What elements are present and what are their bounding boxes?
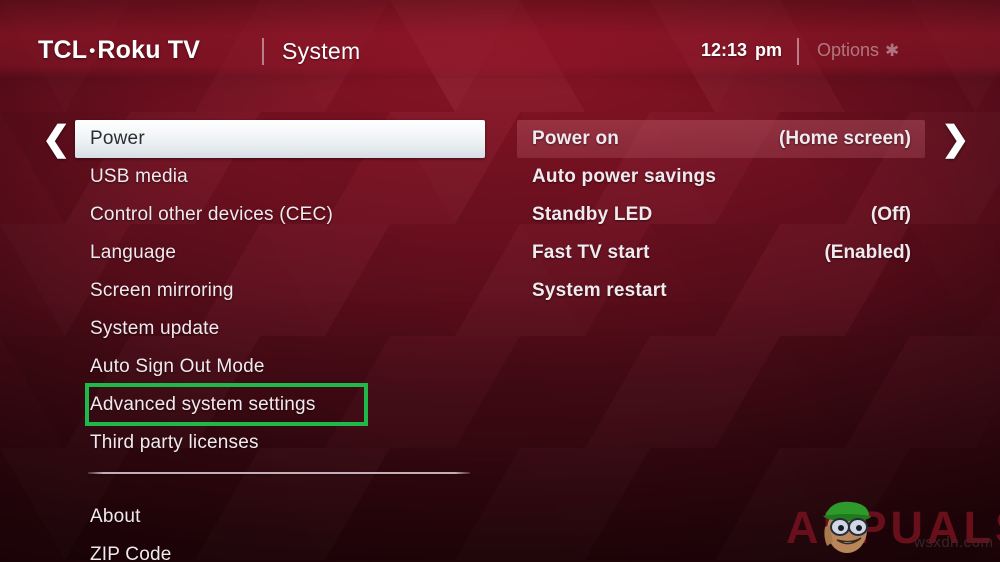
menu-item-label: Advanced system settings <box>90 394 316 415</box>
options-button[interactable]: Options ✱ <box>817 40 899 61</box>
menu-item-label: Screen mirroring <box>90 280 234 301</box>
brand-roku-text: Roku TV <box>97 36 201 64</box>
left-panel: ❮ Power USB media Control other devices … <box>0 100 500 562</box>
brand-separator-dot: • <box>89 41 96 60</box>
roku-tv-settings-screen: TCL •Roku TV System 12:13 pm Options ✱ ❮ Po… <box>0 0 1000 562</box>
power-option-value: (Off) <box>870 204 911 225</box>
menu-item-label: USB media <box>90 166 188 187</box>
menu-item-usb-media[interactable]: USB media <box>75 158 485 196</box>
power-option-system-restart[interactable]: System restart <box>517 272 925 310</box>
clock-time: 12:13 <box>700 40 747 60</box>
menu-item-zip-code[interactable]: ZIP Code <box>75 536 485 562</box>
list-divider <box>88 472 470 474</box>
menu-item-language[interactable]: Language <box>75 234 485 272</box>
header-bar: TCL •Roku TV System 12:13 pm Options ✱ <box>0 0 1000 78</box>
options-label: Options <box>817 40 880 60</box>
page-title: System <box>282 38 361 64</box>
brand-logo: TCL •Roku TV <box>38 36 200 65</box>
power-option-power-on[interactable]: Power on (Home screen) <box>517 120 925 158</box>
power-option-standby-led[interactable]: Standby LED (Off) <box>517 196 925 234</box>
menu-item-label: ZIP Code <box>90 544 172 562</box>
menu-item-auto-sign-out-mode[interactable]: Auto Sign Out Mode <box>75 348 485 386</box>
menu-item-system-update[interactable]: System update <box>75 310 485 348</box>
menu-item-label: Power <box>90 128 145 149</box>
power-option-value: (Enabled) <box>824 242 911 263</box>
menu-item-about[interactable]: About <box>75 498 485 536</box>
chevron-right-icon[interactable]: ❯ <box>941 122 970 156</box>
clock-ampm: pm <box>755 40 782 60</box>
menu-item-label: Third party licenses <box>90 432 259 453</box>
menu-item-power[interactable]: Power <box>75 120 485 158</box>
menu-item-control-other-devices-cec[interactable]: Control other devices (CEC) <box>75 196 485 234</box>
system-settings-list: Power USB media Control other devices (C… <box>75 120 485 562</box>
chevron-left-icon[interactable]: ❮ <box>42 122 71 156</box>
power-option-label: Auto power savings <box>532 166 717 187</box>
header-divider-left <box>262 38 264 65</box>
power-option-label: Standby LED <box>532 204 653 225</box>
brand-tcl-text: TCL <box>38 36 88 64</box>
power-option-label: Fast TV start <box>532 242 650 263</box>
menu-item-screen-mirroring[interactable]: Screen mirroring <box>75 272 485 310</box>
power-option-label: System restart <box>532 280 667 301</box>
power-option-label: Power on <box>532 128 620 149</box>
right-panel: ❯ Power on (Home screen) Auto power savi… <box>500 100 1000 562</box>
menu-item-label: System update <box>90 318 220 339</box>
menu-item-label: Auto Sign Out Mode <box>90 356 265 377</box>
menu-item-advanced-system-settings[interactable]: Advanced system settings <box>75 386 485 424</box>
menu-item-label: Language <box>90 242 177 263</box>
power-settings-list: Power on (Home screen) Auto power saving… <box>517 120 925 310</box>
menu-item-label: About <box>90 506 141 527</box>
status-clock: 12:13 pm <box>701 40 782 61</box>
asterisk-icon: ✱ <box>885 41 900 60</box>
menu-item-third-party-licenses[interactable]: Third party licenses <box>75 424 485 462</box>
power-option-auto-power-savings[interactable]: Auto power savings <box>517 158 925 196</box>
power-option-value: (Home screen) <box>779 128 911 149</box>
header-divider-right <box>797 38 799 65</box>
menu-item-label: Control other devices (CEC) <box>90 204 333 225</box>
power-option-fast-tv-start[interactable]: Fast TV start (Enabled) <box>517 234 925 272</box>
